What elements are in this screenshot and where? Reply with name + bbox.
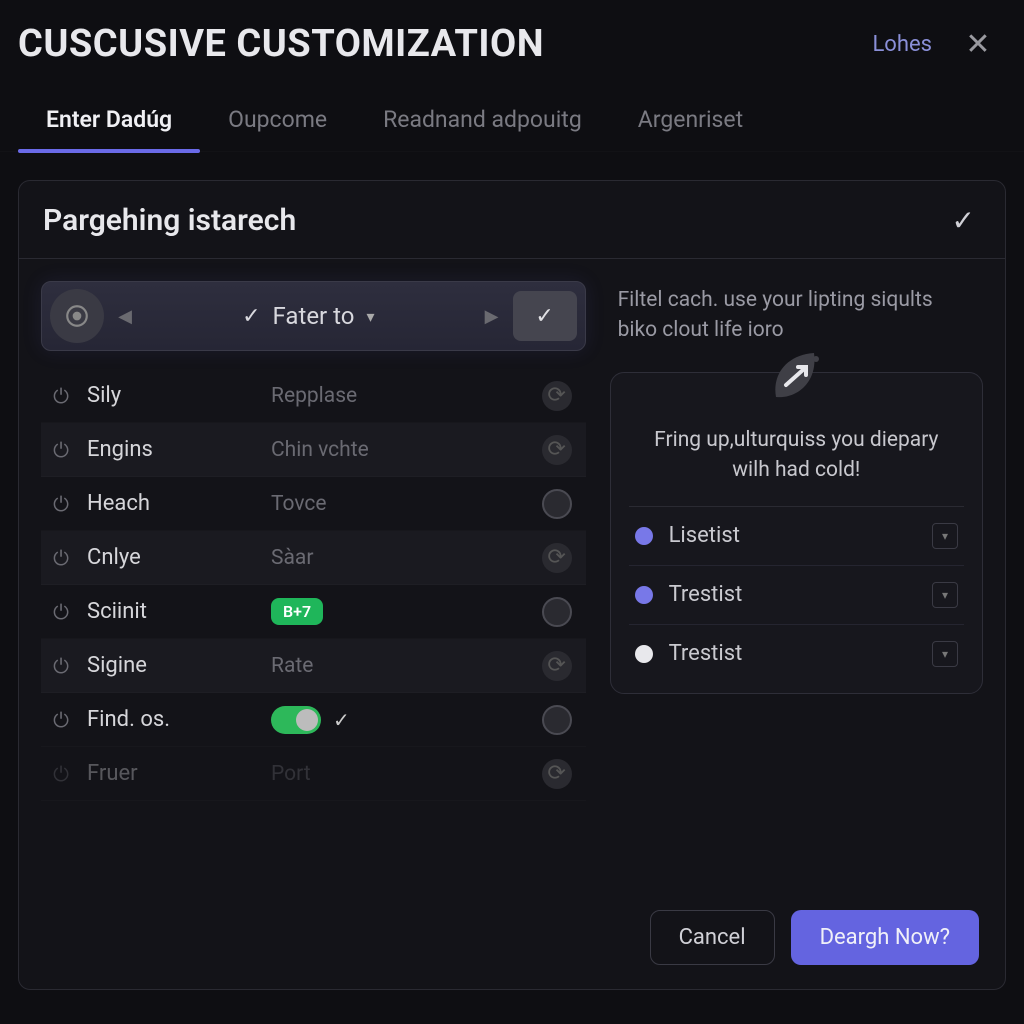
option-label: Trestist [669,641,916,666]
close-icon[interactable]: ✕ [960,26,996,62]
page-title: CUSCUSIVE CUSTOMIZATION [18,22,544,66]
list-item[interactable]: ⏻ Heach Tovce [41,477,586,531]
row-label: Heach [87,491,257,516]
refresh-icon[interactable]: ⟳ [542,435,572,465]
list-item[interactable]: ⏻ Engins Chin vchte ⟳ [41,423,586,477]
row-value: Rate [271,654,528,678]
row-value: Port [271,762,528,786]
row-value: ✓ [271,706,528,734]
settings-list: ⏻ Sily Repplase ⟳ ⏻ Engins Chin vchte ⟳ … [41,369,586,801]
tab-enter-dadug[interactable]: Enter Dadúg [18,92,200,151]
power-icon: ⏻ [49,438,73,462]
bullet-icon [635,586,653,604]
check-icon: ✓ [242,304,260,329]
check-icon: ✓ [333,708,350,732]
tab-readnand[interactable]: Readnand adpouitg [355,92,610,151]
toolbar-next-icon[interactable]: ▶ [479,306,505,327]
row-value: Chin vchte [271,438,528,462]
chevron-down-icon: ▾ [366,307,374,326]
tab-bar: Enter Dadúg Oupcome Readnand adpouitg Ar… [0,78,1024,152]
power-icon: ⏻ [49,492,73,516]
toolbar-confirm-button[interactable]: ✓ [513,291,577,341]
toolbar-label: Fater to [273,302,355,330]
row-label: Sigine [87,653,257,678]
primary-action-button[interactable]: Deargh Now? [791,910,979,965]
list-item[interactable]: ⏻ Sily Repplase ⟳ [41,369,586,423]
tab-oupcome[interactable]: Oupcome [200,92,355,151]
bullet-icon [635,527,653,545]
filter-toolbar: ◀ ✓ Fater to ▾ ▶ ✓ [41,281,586,351]
helper-text: Filtel cach. use your lipting siqults bi… [610,281,983,346]
toolbar-dropdown[interactable]: ✓ Fater to ▾ [146,302,471,330]
toggle-switch[interactable] [271,706,321,734]
status-circle-icon[interactable] [542,597,572,627]
header-link[interactable]: Lohes [872,32,932,57]
card-option[interactable]: Lisetist ▾ [629,507,964,566]
cancel-button[interactable]: Cancel [650,910,775,965]
refresh-icon[interactable]: ⟳ [542,543,572,573]
row-value: B+7 [271,598,528,625]
refresh-icon[interactable]: ⟳ [542,759,572,789]
row-label: Find. os. [87,707,257,732]
power-icon: ⏻ [49,546,73,570]
option-label: Trestist [669,582,916,607]
list-item[interactable]: ⏻ Sigine Rate ⟳ [41,639,586,693]
status-badge: B+7 [271,598,323,625]
tab-argenriset[interactable]: Argenriset [610,92,771,151]
card-option[interactable]: Trestist ▾ [629,566,964,625]
power-icon: ⏻ [49,708,73,732]
chevron-down-icon[interactable]: ▾ [932,523,958,549]
toolbar-record-icon[interactable] [50,289,104,343]
refresh-icon[interactable]: ⟳ [542,651,572,681]
option-label: Lisetist [669,523,916,548]
row-label: Cnlye [87,545,257,570]
row-label: Sciinit [87,599,257,624]
power-icon: ⏻ [49,600,73,624]
bullet-icon [635,645,653,663]
card-option[interactable]: Trestist ▾ [629,625,964,683]
card-text: Fring up,ulturquiss you diepary wilh had… [629,395,964,507]
row-label: Fruer [87,761,257,786]
list-item[interactable]: ⏻ Cnlye Sàar ⟳ [41,531,586,585]
panel-check-icon[interactable]: ✓ [952,204,975,237]
info-card: Fring up,ulturquiss you diepary wilh had… [610,372,983,694]
row-value: Tovce [271,492,528,516]
main-panel: Pargehing istarech ✓ ◀ ✓ Fater to ▾ ▶ ✓ … [18,180,1006,990]
row-value: Sàar [271,546,528,570]
power-icon: ⏻ [49,762,73,786]
panel-title: Pargehing istarech [43,203,296,238]
chevron-down-icon[interactable]: ▾ [932,582,958,608]
row-value: Repplase [271,384,528,408]
row-label: Engins [87,437,257,462]
status-circle-icon[interactable] [542,489,572,519]
leaf-icon [765,349,827,405]
row-label: Sily [87,383,257,408]
chevron-down-icon[interactable]: ▾ [932,641,958,667]
status-circle-icon[interactable] [542,705,572,735]
toolbar-prev-icon[interactable]: ◀ [112,306,138,327]
refresh-icon[interactable]: ⟳ [542,381,572,411]
power-icon: ⏻ [49,654,73,678]
power-icon: ⏻ [49,384,73,408]
list-item[interactable]: ⏻ Sciinit B+7 [41,585,586,639]
list-item[interactable]: ⏻ Find. os. ✓ [41,693,586,747]
list-item[interactable]: ⏻ Fruer Port ⟳ [41,747,586,801]
